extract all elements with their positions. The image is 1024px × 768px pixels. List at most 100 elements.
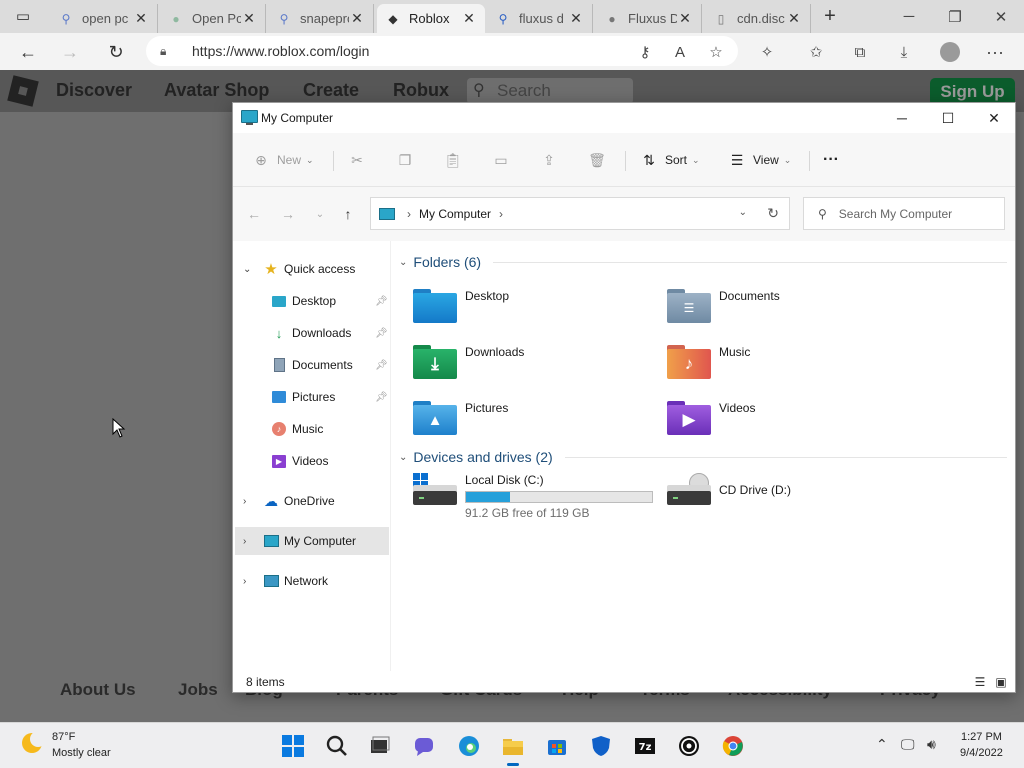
close-icon[interactable]: ✕ bbox=[349, 10, 365, 27]
new-button[interactable]: ⊕ New ⌄ bbox=[251, 147, 313, 173]
file-explorer-icon[interactable] bbox=[498, 731, 528, 766]
browser-minimize-button[interactable]: ─ bbox=[886, 0, 932, 33]
menu-icon[interactable]: ··· bbox=[980, 37, 1010, 67]
roblox-logo[interactable] bbox=[7, 75, 39, 107]
breadcrumb[interactable]: › My Computer › ⌄ ↻ bbox=[370, 197, 790, 230]
more-options-button[interactable]: ··· bbox=[823, 147, 839, 173]
file-explorer-window[interactable]: My Computer ─ ☐ ✕ ⊕ New ⌄ ✂ ❐ 📋︎ ▭ ⇪ 🗑︎ … bbox=[232, 102, 1016, 693]
close-icon[interactable]: ✕ bbox=[241, 10, 257, 27]
defender-shield-icon[interactable] bbox=[586, 731, 616, 761]
cut-button[interactable]: ✂ bbox=[347, 147, 373, 173]
minimize-button[interactable]: ─ bbox=[879, 103, 925, 133]
sidebar-item-my-computer[interactable]: › My Computer bbox=[235, 527, 389, 555]
forward-icon[interactable]: → bbox=[55, 37, 85, 67]
tab-snapepro[interactable]: ⚲ snapepro ✕ bbox=[268, 4, 374, 33]
folder-tile-desktop[interactable]: Desktop bbox=[413, 287, 663, 335]
sidebar-item-network[interactable]: › Network bbox=[235, 567, 389, 595]
refresh-icon[interactable]: ↻ bbox=[101, 37, 131, 67]
close-icon[interactable]: ✕ bbox=[786, 10, 802, 27]
rename-button[interactable]: ▭ bbox=[491, 147, 517, 173]
tab-fluxus-d[interactable]: ⚲ fluxus d ✕ bbox=[487, 4, 593, 33]
sidebar-item-desktop[interactable]: Desktop 📌︎ bbox=[235, 287, 389, 315]
chevron-right-icon[interactable]: › bbox=[243, 496, 246, 507]
edge-icon[interactable] bbox=[454, 731, 484, 761]
delete-button[interactable]: 🗑︎ bbox=[587, 147, 613, 173]
folder-tile-pictures[interactable]: ▲ Pictures bbox=[413, 399, 663, 447]
clock-time[interactable]: 1:27 PM bbox=[961, 731, 1002, 743]
tab-cdn-disc[interactable]: ▯ cdn.disc ✕ bbox=[705, 4, 811, 33]
browser-restore-button[interactable]: ❐ bbox=[932, 0, 978, 33]
footer-jobs[interactable]: Jobs bbox=[178, 680, 218, 700]
sidebar-item-documents[interactable]: Documents 📌︎ bbox=[235, 351, 389, 379]
roblox-search-input[interactable]: ⚲ Search bbox=[467, 78, 633, 104]
sidebar-item-downloads[interactable]: ↓ Downloads 📌︎ bbox=[235, 319, 389, 347]
recent-locations-icon[interactable]: ⌄ bbox=[311, 205, 329, 223]
explorer-title-bar[interactable]: My Computer ─ ☐ ✕ bbox=[233, 103, 1015, 133]
group-header-folders[interactable]: ⌄ Folders (6) bbox=[399, 251, 481, 273]
drive-tile-local-disk-c[interactable]: Local Disk (C:) 91.2 GB free of 119 GB bbox=[413, 473, 663, 521]
view-button[interactable]: ☰ View ⌄ bbox=[727, 147, 792, 173]
nav-create[interactable]: Create bbox=[303, 80, 359, 101]
breadcrumb-my-computer[interactable]: My Computer bbox=[419, 207, 491, 221]
back-icon[interactable]: ← bbox=[13, 37, 43, 67]
task-view-icon[interactable] bbox=[364, 731, 394, 761]
chevron-down-icon[interactable]: ⌄ bbox=[739, 207, 747, 218]
add-favorite-icon[interactable]: ☆ bbox=[701, 37, 731, 67]
close-button[interactable]: ✕ bbox=[971, 103, 1017, 133]
tab-actions-icon[interactable]: ▭ bbox=[8, 1, 38, 31]
pane-divider[interactable] bbox=[390, 241, 391, 671]
sidebar-item-music[interactable]: ♪ Music bbox=[235, 415, 389, 443]
forward-arrow-icon[interactable]: → bbox=[279, 205, 297, 223]
refresh-icon[interactable]: ↻ bbox=[767, 205, 779, 222]
details-view-icon[interactable]: ☰ bbox=[973, 675, 987, 689]
close-icon[interactable]: ✕ bbox=[568, 10, 584, 27]
nav-robux[interactable]: Robux bbox=[393, 80, 449, 101]
folder-tile-music[interactable]: ♪ Music bbox=[667, 343, 917, 391]
sidebar-item-videos[interactable]: ▶ Videos bbox=[235, 447, 389, 475]
volume-icon[interactable]: 🔊︎ bbox=[927, 736, 936, 753]
up-arrow-icon[interactable]: ↑ bbox=[339, 205, 357, 223]
favorites-icon[interactable]: ✩ bbox=[801, 37, 831, 67]
group-header-devices[interactable]: ⌄ Devices and drives (2) bbox=[399, 446, 553, 468]
key-icon[interactable]: ⚷ bbox=[630, 37, 660, 67]
back-arrow-icon[interactable]: ← bbox=[245, 205, 263, 223]
downloads-icon[interactable]: ⤓ bbox=[889, 37, 919, 67]
weather-condition[interactable]: Mostly clear bbox=[52, 747, 111, 759]
sidebar-item-quick-access[interactable]: ⌄ ★ Quick access bbox=[235, 255, 389, 283]
obs-icon[interactable] bbox=[674, 731, 704, 761]
folder-tile-downloads[interactable]: ⤓ Downloads bbox=[413, 343, 663, 391]
chevron-right-icon[interactable]: › bbox=[243, 576, 246, 587]
browser-close-button[interactable]: ✕ bbox=[978, 0, 1024, 33]
chrome-icon[interactable] bbox=[718, 731, 748, 761]
clock-date[interactable]: 9/4/2022 bbox=[960, 747, 1003, 759]
tab-open-pc-2[interactable]: ● Open Pc ✕ bbox=[160, 4, 266, 33]
extensions-icon[interactable]: ✧ bbox=[752, 37, 782, 67]
collections-icon[interactable]: ⧉ bbox=[845, 37, 875, 67]
profile-avatar[interactable] bbox=[935, 37, 965, 67]
chevron-right-icon[interactable]: › bbox=[243, 536, 246, 547]
paste-button[interactable]: 📋︎ bbox=[443, 147, 469, 173]
tab-open-pc[interactable]: ⚲ open pc ✕ bbox=[50, 4, 158, 33]
search-input[interactable]: ⚲ Search My Computer bbox=[803, 197, 1005, 230]
nav-discover[interactable]: Discover bbox=[56, 80, 132, 101]
tiles-view-icon[interactable]: ▣ bbox=[994, 675, 1008, 689]
footer-about-us[interactable]: About Us bbox=[60, 680, 136, 700]
chevron-up-icon[interactable]: ⌃ bbox=[876, 736, 888, 753]
tab-roblox[interactable]: ◆ Roblox ✕ bbox=[377, 4, 485, 33]
start-icon[interactable] bbox=[278, 731, 308, 761]
weather-temperature[interactable]: 87°F bbox=[52, 731, 75, 743]
maximize-button[interactable]: ☐ bbox=[925, 103, 971, 133]
sidebar-item-onedrive[interactable]: › ☁ OneDrive bbox=[235, 487, 389, 515]
read-aloud-icon[interactable]: A bbox=[665, 37, 695, 67]
sort-button[interactable]: ⇅ Sort ⌄ bbox=[639, 147, 699, 173]
tab-fluxus-d-2[interactable]: ● Fluxus D ✕ bbox=[596, 4, 702, 33]
share-button[interactable]: ⇪ bbox=[539, 147, 565, 173]
store-icon[interactable] bbox=[542, 731, 572, 761]
folder-tile-documents[interactable]: ☰ Documents bbox=[667, 287, 917, 335]
close-icon[interactable]: ✕ bbox=[133, 10, 149, 27]
drive-tile-cd-drive-d[interactable]: CD Drive (D:) bbox=[667, 473, 917, 521]
display-icon[interactable]: 🖵︎ bbox=[901, 736, 915, 753]
close-icon[interactable]: ✕ bbox=[461, 10, 477, 27]
new-tab-icon[interactable]: + bbox=[815, 1, 845, 31]
sidebar-item-pictures[interactable]: Pictures 📌︎ bbox=[235, 383, 389, 411]
